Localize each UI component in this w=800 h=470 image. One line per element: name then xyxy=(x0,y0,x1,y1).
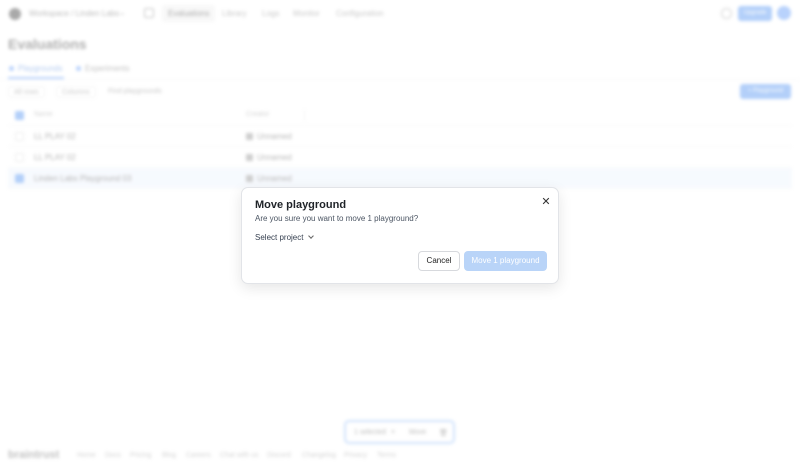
cancel-button[interactable]: Cancel xyxy=(418,251,460,271)
move-playground-dialog: Move playground Are you sure you want to… xyxy=(241,187,559,284)
move-button[interactable]: Move 1 playground xyxy=(464,251,547,271)
dialog-description: Are you sure you want to move 1 playgrou… xyxy=(255,214,419,223)
project-select[interactable]: Select project xyxy=(255,233,315,242)
close-icon[interactable]: ✕ xyxy=(539,195,553,209)
chevron-down-icon xyxy=(308,233,315,239)
dialog-title: Move playground xyxy=(255,199,347,211)
project-select-label: Select project xyxy=(255,233,304,242)
